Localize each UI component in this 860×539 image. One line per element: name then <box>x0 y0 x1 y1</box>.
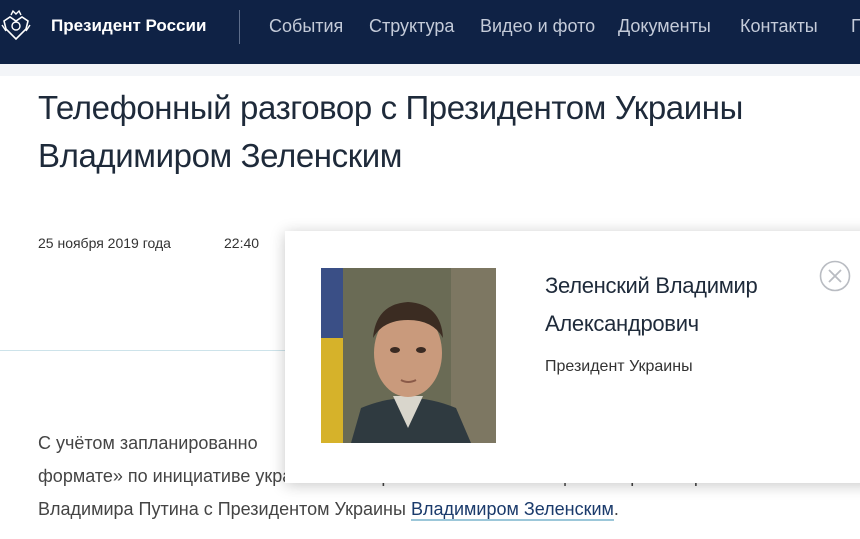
nav-item-structure[interactable]: Структура <box>369 0 454 54</box>
person-popup-card: Зеленский Владимир Александрович Президе… <box>285 231 860 483</box>
nav-divider <box>239 10 240 44</box>
nav-item-contacts[interactable]: Контакты <box>740 0 818 54</box>
body-line-3-suffix: . <box>613 499 619 519</box>
article-time: 22:40 <box>224 235 260 251</box>
divider-line <box>0 350 290 351</box>
nav-item-video-photo[interactable]: Видео и фото <box>480 0 595 54</box>
nav-item-documents[interactable]: Документы <box>618 0 711 54</box>
body-line-3-prefix: Владимира Путина с Президентом Украины <box>38 499 411 519</box>
top-navigation-bar: Президент России События Структура Видео… <box>0 0 860 64</box>
person-name: Зеленский Владимир Александрович <box>545 273 758 336</box>
body-line-3: Владимира Путина с Президентом Украины В… <box>38 493 798 526</box>
person-photo <box>321 268 496 443</box>
nav-item-events[interactable]: События <box>269 0 343 54</box>
article-date: 25 ноября 2019 года <box>38 235 171 251</box>
close-icon[interactable] <box>819 260 851 292</box>
person-role: Президент Украины <box>545 358 693 375</box>
coat-of-arms-logo-icon[interactable] <box>0 9 32 45</box>
site-title-link[interactable]: Президент России <box>51 0 206 54</box>
nav-item-truncated[interactable]: П <box>851 0 860 54</box>
header-gap <box>0 64 860 76</box>
person-link[interactable]: Владимиром Зеленским <box>410 499 614 521</box>
portrait-image <box>321 268 496 443</box>
article-title: Телефонный разговор с Президентом Украин… <box>38 89 743 174</box>
